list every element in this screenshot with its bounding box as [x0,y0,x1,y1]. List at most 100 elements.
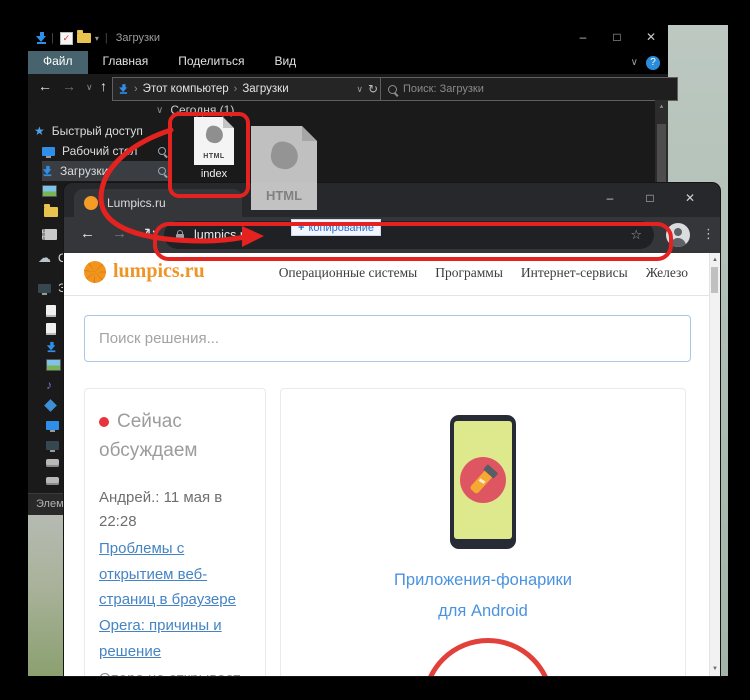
disk-icon [46,459,59,467]
screenshot-stage: | ✓ ▾ | Загрузки – □ ✕ Файл Главная Поде… [0,0,750,700]
explorer-search-box[interactable]: Поиск: Загрузки [380,77,678,101]
up-button[interactable]: ↑ [100,78,107,94]
recent-locations-icon[interactable]: ∨ [86,82,93,93]
explorer-ribbon-tabs: Файл Главная Поделиться Вид ∨ ? [28,51,668,74]
nav-operating-systems[interactable]: Операционные системы [279,265,418,281]
site-favicon [84,196,98,210]
pictures-icon [46,359,61,371]
scroll-up-icon[interactable]: ▴ [655,102,668,110]
browser-menu-icon[interactable]: ⋮ [702,226,715,242]
site-logo-text: lumpics.ru [113,260,205,283]
page-scrollbar[interactable]: ▲ ▼ [709,253,720,676]
documents-icon [46,323,56,335]
downloads-folder-icon [36,32,47,44]
address-dropdown-icon[interactable]: ∨ [356,84,363,95]
quick-access-star-icon: ★ [34,124,45,138]
onedrive-cloud-icon: ☁ [38,253,51,263]
breadcrumb-downloads[interactable]: Загрузки [242,83,288,95]
separator: | [51,32,54,44]
explorer-window-title: Загрузки [116,32,160,44]
nav-programs[interactable]: Программы [435,265,503,281]
nav-internet-services[interactable]: Интернет-сервисы [521,265,628,281]
explorer-titlebar: | ✓ ▾ | Загрузки – □ ✕ [28,25,668,51]
desktop-icon [42,147,55,156]
downloads-crumb-icon [119,84,128,94]
ghost-browser-logo [268,139,300,171]
sidebar-label: Рабочий стол [62,144,137,158]
pin-icon [158,147,166,155]
folder-icon [44,207,58,217]
ghost-file-type-badge: HTML [251,188,317,203]
sidebar-label: Быстрый доступ [52,124,143,138]
desktop-icon [46,421,59,430]
lumpics-logo-icon [84,261,106,283]
disk-icon [46,477,59,485]
browser-back-button[interactable]: ← [80,225,95,242]
sidebar-item-downloads[interactable]: Загрузки [42,161,172,181]
browser-forward-button[interactable]: → [112,225,127,242]
properties-quick-icon[interactable]: ✓ [60,32,73,45]
featured-article-link[interactable]: Приложения-фонарикидля Android [281,565,685,626]
ribbon-tab-home[interactable]: Главная [88,51,164,74]
ribbon-tab-view[interactable]: Вид [259,51,311,74]
minimize-button[interactable]: – [566,25,600,51]
discussion-title: Сейчас обсуждаем [99,407,251,466]
site-logo[interactable]: lumpics.ru [84,260,205,283]
videos-icon [46,305,56,317]
back-button[interactable]: ← [38,78,52,94]
breadcrumb-separator: › [134,83,138,95]
close-button[interactable]: ✕ [634,25,668,51]
quick-access-toolbar-caret[interactable]: ▾ [95,34,99,43]
flashlight-badge [460,457,506,503]
explorer-navbar: ← → ∨ ↑ › Этот компьютер › Загрузки ∨ ↻ … [28,74,668,102]
scroll-up-icon[interactable]: ▲ [710,257,720,263]
refresh-icon[interactable]: ↻ [368,82,378,96]
browser-maximize-button[interactable]: □ [630,183,670,215]
browser-close-button[interactable]: ✕ [670,183,710,215]
pin-icon [158,167,166,175]
ribbon-tab-file[interactable]: Файл [28,51,88,74]
zip-archive-icon [42,229,57,240]
forward-button[interactable]: → [62,78,76,94]
address-bar[interactable]: › Этот компьютер › Загрузки ∨ ↻ [112,77,384,101]
featured-article-card: Приложения-фонарикидля Android [280,388,686,676]
sidebar-item-desktop[interactable]: Рабочий стол [42,141,172,161]
discussion-meta: Андрей.: 11 мая в 22:28 [99,486,251,534]
annotation-file-highlight [168,112,250,198]
scrollbar-thumb[interactable] [711,267,718,293]
downloads-icon [43,166,52,176]
ribbon-tab-share[interactable]: Поделиться [163,51,259,74]
music-icon: ♪ [46,378,52,392]
live-dot-icon [99,417,109,427]
discussion-link[interactable]: Проблемы с открытием веб-страниц в брауз… [99,536,251,665]
ribbon-expand-icon[interactable]: ∨ [631,57,638,68]
this-pc-icon [38,284,51,293]
explorer-search-placeholder: Поиск: Загрузки [403,83,484,95]
videos-icon [46,441,59,450]
desktop-wallpaper-bottom-left [28,512,68,676]
phone-screen [454,421,512,539]
discussion-comment: Опера не открывает ничего. Переустановил… [99,666,251,676]
scroll-down-icon[interactable]: ▼ [710,666,720,672]
maximize-button[interactable]: □ [600,25,634,51]
flashlight-icon [469,466,497,495]
web-page: lumpics.ru Операционные системы Программ… [64,253,720,676]
browser-minimize-button[interactable]: – [590,183,630,215]
ghost-file-icon: HTML [251,126,317,210]
phone-illustration [450,415,516,549]
help-icon[interactable]: ? [646,56,660,70]
nav-hardware[interactable]: Железо [646,265,688,281]
browser-tab-title: Lumpics.ru [107,196,166,210]
search-icon [388,85,397,94]
sidebar-item-quick-access[interactable]: ★ Быстрый доступ [34,121,164,141]
prohibition-sign-partial [422,638,554,676]
breadcrumb-separator: › [234,83,238,95]
new-folder-quick-icon[interactable] [77,33,91,43]
3d-objects-icon [44,399,57,412]
discussion-card: Сейчас обсуждаем Андрей.: 11 мая в 22:28… [84,388,266,676]
breadcrumb-this-pc[interactable]: Этот компьютер [143,83,229,95]
site-search-input[interactable] [84,315,691,362]
downloads-icon [47,342,56,352]
pictures-icon [42,185,57,197]
collapse-chevron-icon[interactable]: ∨ [156,105,163,116]
